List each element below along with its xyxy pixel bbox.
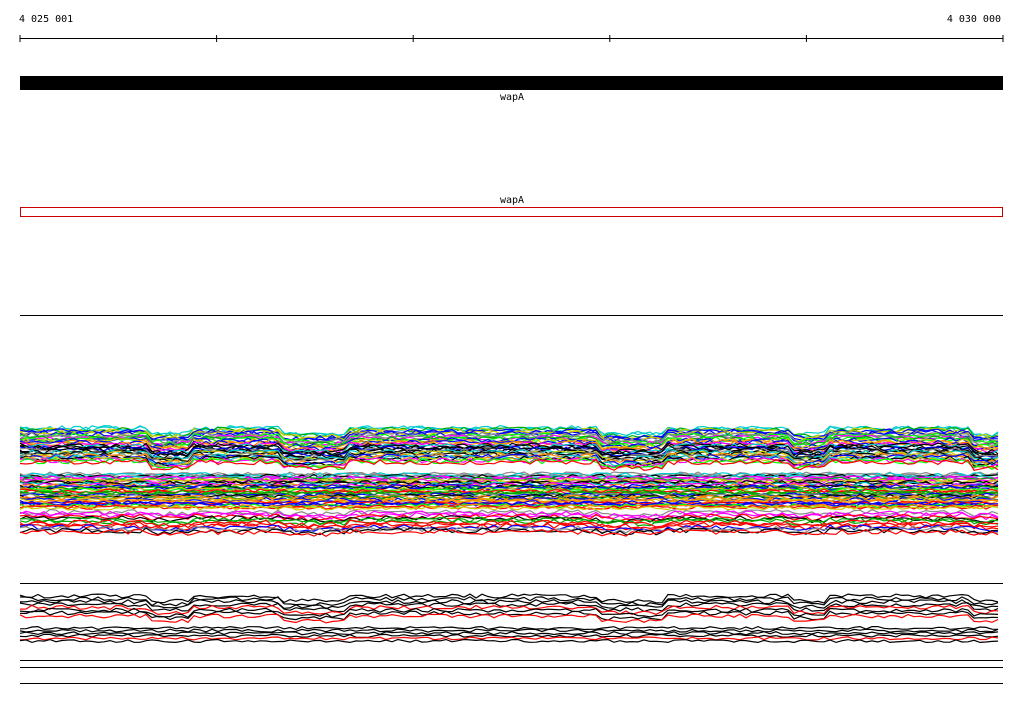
coverage-trace [19, 638, 999, 644]
coverage-trace [19, 633, 999, 638]
gene-bar-prediction [20, 207, 1003, 217]
coverage-tracks [19, 424, 999, 644]
position-axis [19, 35, 1004, 42]
genome-browser-canvas [19, 35, 1004, 684]
coverage-trace [19, 625, 999, 631]
coverage-trace [19, 631, 999, 636]
coverage-trace [19, 636, 999, 641]
gene-bar-annotation [20, 76, 1003, 90]
coverage-trace [19, 628, 999, 633]
gene-tracks [20, 76, 1003, 217]
